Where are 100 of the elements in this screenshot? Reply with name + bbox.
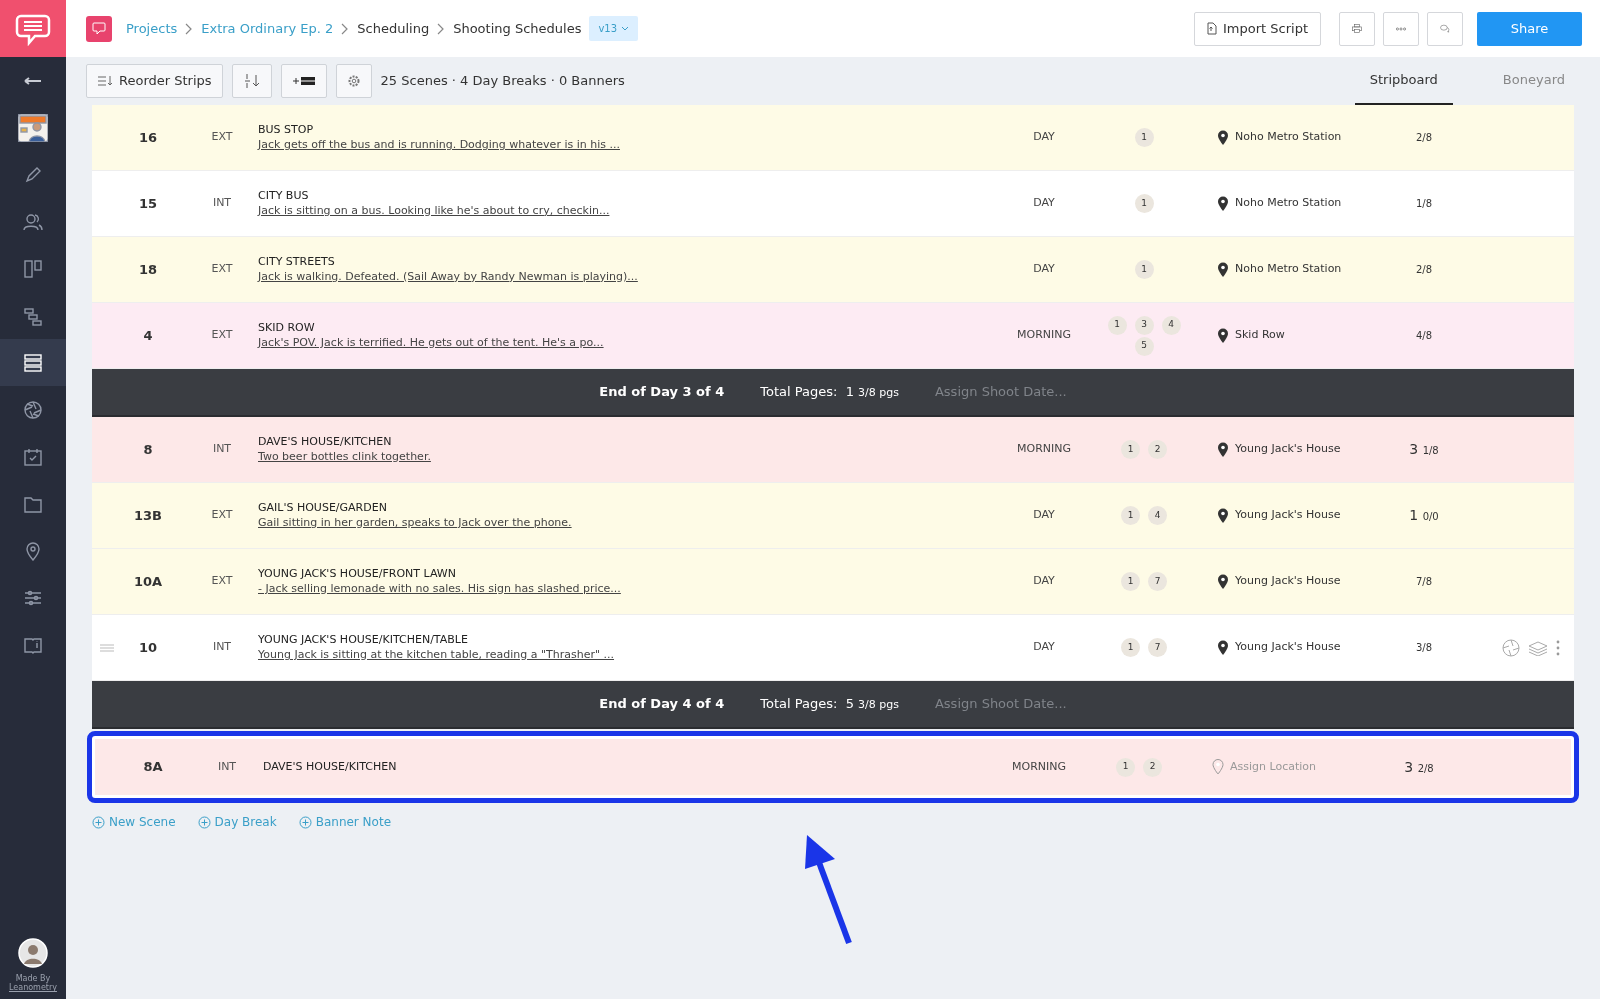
time-of-day: MORNING <box>1017 442 1071 456</box>
cast-badge: 1 <box>1134 194 1154 213</box>
breadcrumb-item: Shooting Schedules <box>453 19 582 38</box>
sort-button[interactable] <box>231 64 272 98</box>
scene-synopsis[interactable]: - Jack selling lemonade with no sales. His sign has slashed price... <box>258 581 621 597</box>
scene-strip[interactable]: 4 EXT SKID ROW Jack's POV. Jack is terrified. He gets out of the tent. He's a po... MORNING 1 3 4 5 Skid Row 4/8 <box>92 303 1574 369</box>
cast-badge: 1 <box>1121 572 1140 591</box>
location-name: Noho Metro Station <box>1235 129 1342 146</box>
cast-badge: 1 <box>1121 440 1140 459</box>
reorder-strips-button[interactable]: Reorder Strips <box>86 64 223 98</box>
aperture-icon[interactable] <box>1502 638 1520 657</box>
scene-strip[interactable]: 15 INT CITY BUS Jack is sitting on a bus. Looking like he's about to cry, checkin... DAY 1 Noho Metro Station 1/8 <box>92 171 1574 237</box>
scene-synopsis[interactable]: Jack is walking. Defeated. (Sail Away by Randy Newman is playing)... <box>258 269 638 285</box>
cast-badge: 1 <box>1121 506 1140 525</box>
location-pin-icon <box>1217 129 1229 146</box>
breadcrumb-item: Scheduling <box>357 19 430 38</box>
int-ext-label: EXT <box>211 508 233 522</box>
file-upload-icon <box>1207 22 1217 35</box>
location-name: Skid Row <box>1235 327 1285 344</box>
cast-badge: 2 <box>1143 757 1162 777</box>
scene-synopsis[interactable]: Gail sitting in her garden, speaks to Jack over the phone. <box>258 515 572 531</box>
scene-strip[interactable]: 16 EXT BUS STOP Jack gets off the bus and is running. Dodging whatever is in his ... DAY 1 Noho Metro Station 2/8 <box>92 105 1574 171</box>
time-of-day: DAY <box>1033 508 1055 522</box>
print-button[interactable] <box>1339 11 1375 46</box>
sidebar-item[interactable] <box>0 339 66 386</box>
scene-heading: CITY BUS <box>258 188 310 203</box>
cast-badge: 1 <box>1116 757 1135 777</box>
location-pin-icon <box>1217 195 1229 212</box>
cast-badge: 5 <box>1134 336 1154 356</box>
chat-icon <box>92 22 106 35</box>
scene-number: 15 <box>138 195 158 211</box>
time-of-day: MORNING <box>1017 328 1071 342</box>
scene-strip[interactable]: 10 INT YOUNG JACK'S HOUSE/KITCHEN/TABLE Young Jack is sitting at the kitchen table, reading a "Thrasher" ... DAY 1 7 Young Jack's House 3/8 <box>92 615 1574 681</box>
import-script-button[interactable]: Import Script <box>1194 11 1321 46</box>
settings-button[interactable] <box>335 64 372 98</box>
people-icon <box>23 211 43 232</box>
location-pin-icon <box>1217 639 1229 656</box>
drag-handle-icon[interactable] <box>100 643 114 652</box>
scene-synopsis[interactable]: Two beer bottles clink together. <box>258 449 431 465</box>
user-avatar[interactable] <box>18 937 48 968</box>
chevron-right-icon <box>437 22 446 35</box>
time-of-day: DAY <box>1033 640 1055 654</box>
scene-strip[interactable]: 13B EXT GAIL'S HOUSE/GARDEN Gail sitting in her garden, speaks to Jack over the phone. DAY 1 4 Young Jack's House 1 0/0 <box>92 483 1574 549</box>
calendar-icon <box>23 446 43 467</box>
page-count: 3/8 <box>1415 642 1433 653</box>
location-pin-icon <box>1217 507 1229 524</box>
aperture-icon <box>23 399 43 420</box>
int-ext-label: EXT <box>211 130 233 144</box>
scene-synopsis[interactable]: Jack is sitting on a bus. Looking like he's about to cry, checkin... <box>258 203 610 219</box>
int-ext-label: INT <box>212 442 232 456</box>
page-count: 2/8 <box>1415 264 1433 275</box>
location-pin-icon <box>1212 759 1224 775</box>
scene-heading: GAIL'S HOUSE/GARDEN <box>258 500 388 515</box>
cast-badge: 7 <box>1148 638 1167 657</box>
add-banner-button[interactable] <box>280 64 327 98</box>
scene-strip[interactable]: 8A INT DAVE'S HOUSE/KITCHEN MORNING 1 2 Assign Location 3 2/8 <box>87 731 1579 803</box>
scene-strip[interactable]: 8 INT DAVE'S HOUSE/KITCHEN Two beer bottles clink together. MORNING 1 2 Young Jack's House 3 1/8 <box>92 417 1574 483</box>
layers-icon[interactable] <box>1528 639 1548 656</box>
chevron-right-icon <box>341 22 350 35</box>
location-name: Noho Metro Station <box>1235 195 1342 212</box>
cast-badge: 1 <box>1107 315 1127 335</box>
scene-synopsis[interactable]: Jack's POV. Jack is terrified. He gets out of the tent. He's a po... <box>258 335 604 351</box>
total-pages: Total Pages: 1 3/8 pgs <box>760 383 899 402</box>
scene-number: 13B <box>134 507 162 523</box>
printer-icon <box>1352 21 1362 36</box>
ellipsis-icon <box>1396 26 1406 31</box>
cast-badge: 4 <box>1148 506 1167 525</box>
scene-heading: BUS STOP <box>258 122 315 137</box>
page-count: 1 0/0 <box>1409 511 1439 522</box>
pencil-icon <box>23 164 43 185</box>
chevron-right-icon <box>185 22 194 35</box>
scene-synopsis[interactable]: Young Jack is sitting at the kitchen table, reading a "Thrasher" ... <box>258 647 615 663</box>
int-ext-label: INT <box>212 196 232 210</box>
location-name: Young Jack's House <box>1235 639 1341 656</box>
scene-strip[interactable]: 10A EXT YOUNG JACK'S HOUSE/FRONT LAWN - Jack selling lemonade with no sales. His sign has slashed price... DAY 1 7 Young Jack's House 7/8 <box>92 549 1574 615</box>
scene-synopsis[interactable]: Jack gets off the bus and is running. Dodging whatever is in his ... <box>258 137 620 153</box>
time-of-day: DAY <box>1033 130 1055 144</box>
reorder-icon <box>97 75 113 87</box>
time-of-day: MORNING <box>1012 759 1066 773</box>
scene-number: 8 <box>143 441 153 457</box>
scene-heading: DAVE'S HOUSE/KITCHEN <box>263 759 398 775</box>
scene-strip[interactable]: 18 EXT CITY STREETS Jack is walking. Defeated. (Sail Away by Randy Newman is playing)... DAY 1 Noho Metro Station 2/8 <box>92 237 1574 303</box>
scene-heading: YOUNG JACK'S HOUSE/FRONT LAWN <box>258 566 457 581</box>
page-count: 1/8 <box>1415 198 1433 209</box>
cast-badge: 2 <box>1148 440 1167 459</box>
scene-heading: YOUNG JACK'S HOUSE/KITCHEN/TABLE <box>258 632 469 647</box>
total-pages: Total Pages: 5 3/8 pgs <box>760 695 899 714</box>
scene-number: 4 <box>143 327 153 343</box>
day-break-label: End of Day 4 of 4 <box>599 695 725 714</box>
time-of-day: DAY <box>1033 196 1055 210</box>
day-break-label: End of Day 3 of 4 <box>599 383 725 402</box>
plus-circle-icon <box>197 815 211 829</box>
page-count: 3 1/8 <box>1409 445 1439 456</box>
app-logo[interactable] <box>0 0 66 57</box>
scene-number: 8A <box>143 759 163 775</box>
time-of-day: DAY <box>1033 262 1055 276</box>
kebab-menu-icon[interactable] <box>1556 639 1560 656</box>
project-logo[interactable] <box>86 15 112 42</box>
location-name: Young Jack's House <box>1235 573 1341 590</box>
location-name: Young Jack's House <box>1235 441 1341 458</box>
